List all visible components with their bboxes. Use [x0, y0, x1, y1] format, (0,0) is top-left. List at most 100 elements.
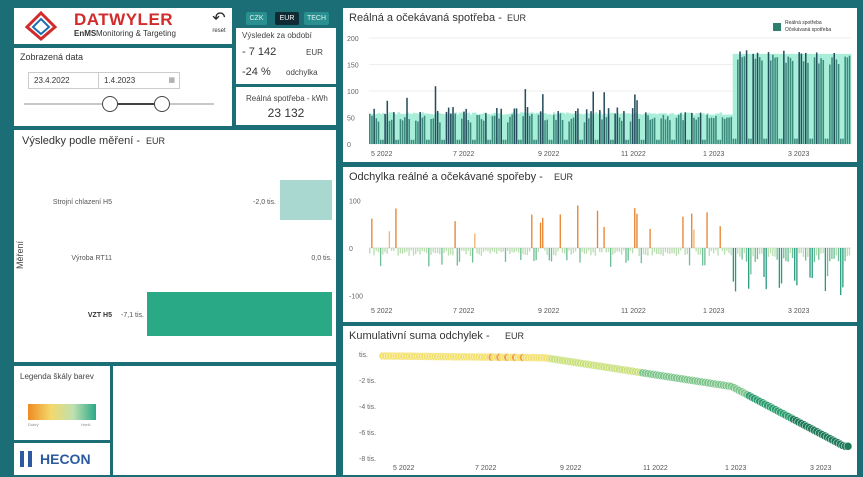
real-bar	[476, 114, 478, 144]
real-bar	[408, 119, 410, 144]
deviation-bar	[579, 248, 581, 263]
deviation-bar	[568, 248, 570, 251]
expected-bar	[640, 114, 644, 144]
real-bar	[583, 122, 586, 144]
real-bar	[804, 52, 807, 144]
deviation-bar	[767, 248, 770, 257]
real-bar	[789, 57, 792, 145]
deviation-bar	[369, 248, 371, 254]
real-bar	[393, 112, 395, 144]
y-tick-label: -8 tis.	[359, 456, 376, 463]
real-bar	[553, 114, 555, 144]
deviation-bar	[531, 214, 533, 248]
deviation-bar	[695, 248, 697, 252]
legend-real-icon	[773, 23, 781, 31]
deviation-bar	[441, 248, 443, 265]
date-to-input[interactable]: 1.4.2023 ▦	[98, 72, 180, 89]
real-bar	[702, 139, 704, 144]
deviation-bar	[544, 248, 546, 251]
x-tick-label: 3 2023	[810, 465, 832, 472]
real-bar	[794, 138, 796, 144]
deviation-bar	[487, 248, 489, 252]
x-tick-label: 5 2022	[393, 465, 415, 472]
y-tick-label: -6 tis.	[359, 430, 376, 437]
real-bar	[382, 139, 384, 144]
deviation-bar	[699, 248, 702, 255]
date-slider-handle-end[interactable]	[154, 96, 170, 112]
measure-category-2: VZT H5	[88, 312, 112, 319]
real-bar	[710, 117, 713, 144]
real-bar	[566, 139, 568, 144]
date-slider-handle-start[interactable]	[102, 96, 118, 112]
date-filter-panel: Zobrazená data 23.4.2022 ▦ 1.4.2023 ▦	[14, 48, 232, 126]
deviation-bar	[450, 248, 452, 255]
real-bar	[811, 138, 814, 144]
deviation-bar	[680, 248, 682, 251]
x-tick-label: 1 2023	[703, 308, 725, 315]
deviation-bar	[789, 248, 791, 254]
deviation-bar	[447, 248, 450, 256]
real-bar	[686, 139, 689, 144]
real-bar	[419, 111, 421, 144]
real-bar	[520, 139, 522, 144]
result-percent-label: odchylka	[286, 68, 318, 77]
real-bar	[395, 139, 397, 144]
real-bar	[618, 117, 621, 144]
deviation-bar	[785, 248, 787, 262]
real-bar	[498, 118, 500, 144]
deviation-bar	[702, 248, 704, 266]
chart2-unit: EUR	[554, 172, 574, 182]
deviation-bar	[745, 248, 748, 262]
expected-bar	[688, 112, 692, 144]
real-bar	[399, 119, 402, 144]
real-bar	[629, 121, 632, 144]
real-bar	[822, 59, 825, 144]
deviation-bar	[691, 213, 693, 248]
x-tick-label: 9 2022	[538, 308, 560, 315]
real-bar	[496, 108, 498, 144]
deviation-bar	[408, 248, 410, 256]
real-bar	[441, 139, 443, 144]
deviation-bar	[415, 248, 417, 255]
deviation-bar	[750, 248, 752, 275]
consumption-title: Reálná spotřeba - kWh	[246, 94, 328, 103]
real-bar	[739, 51, 741, 144]
currency-button-tech[interactable]: TECH	[304, 12, 329, 25]
real-bar	[640, 139, 643, 144]
real-bar	[627, 139, 630, 144]
currency-button-czk[interactable]: CZK	[246, 12, 267, 25]
deviation-bar	[826, 248, 829, 277]
deviation-bar	[748, 248, 750, 289]
deviation-bar	[627, 248, 629, 261]
expected-bar	[612, 112, 615, 144]
measurements-panel: Výsledky podle měření - EUR Měření Stroj…	[14, 130, 336, 362]
real-bar	[568, 121, 570, 144]
deviation-bar	[572, 248, 575, 254]
x-tick-label: 5 2022	[371, 151, 393, 158]
empty-panel	[113, 366, 336, 475]
real-bar	[712, 118, 715, 144]
deviation-bar	[829, 248, 831, 262]
y-tick-label: 100	[349, 199, 361, 206]
real-bar	[649, 119, 651, 144]
deviation-bar	[548, 248, 550, 261]
measure-category-0: Strojní chlazení H5	[53, 199, 112, 206]
deviation-bar	[399, 248, 401, 254]
real-bar	[463, 111, 465, 144]
real-bar	[721, 117, 724, 144]
chart1-title: Reálná a očekávaná spotřeba -	[349, 12, 502, 24]
currency-button-eur[interactable]: EUR	[275, 12, 299, 25]
expected-bar	[535, 112, 538, 144]
deviation-bar	[662, 248, 664, 256]
deviation-bar	[607, 248, 610, 252]
reset-button[interactable]: ↶ reset	[208, 10, 230, 42]
deviation-bar	[743, 248, 745, 254]
deviation-bar	[526, 248, 529, 256]
real-bar	[388, 120, 391, 144]
deviation-bar	[419, 248, 421, 255]
deviation-bar	[636, 213, 638, 248]
real-bar	[826, 138, 829, 144]
deviation-bar	[463, 248, 465, 252]
real-bar	[445, 111, 448, 144]
deviation-bar	[645, 248, 647, 255]
